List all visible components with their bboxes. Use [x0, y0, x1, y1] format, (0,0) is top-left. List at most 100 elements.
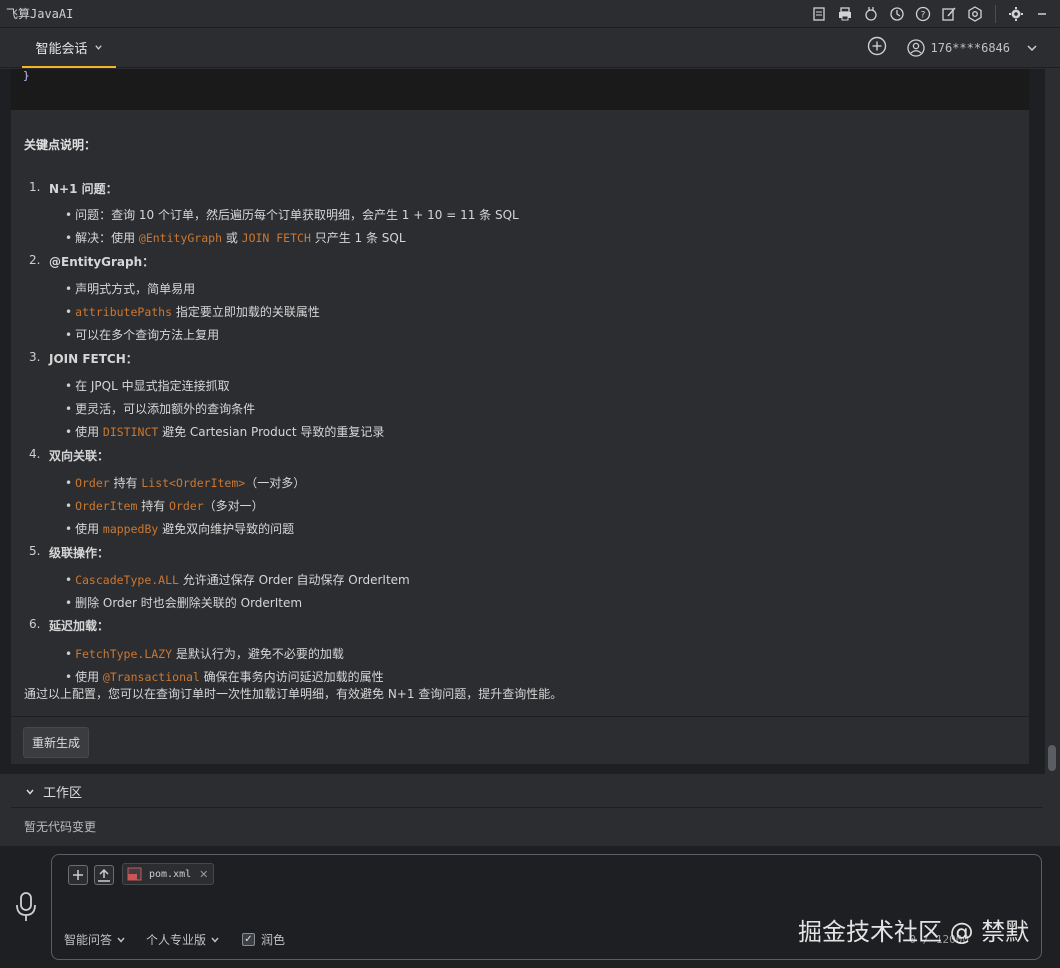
list-item: FetchType.LAZY 是默认行为，避免不必要的加载 [65, 645, 344, 662]
chat-scrollbar-track[interactable] [1045, 69, 1060, 774]
answer-conclusion: 通过以上配置，您可以在查询订单时一次性加载订单明细，有效避免 N+1 查询问题，… [24, 687, 563, 701]
settings-hex-icon[interactable] [965, 4, 985, 24]
inline-code: @EntityGraph [138, 231, 222, 245]
chevron-down-icon [1027, 44, 1037, 51]
svg-text:?: ? [921, 11, 926, 21]
list-item: 在 JPQL 中显式指定连接抓取 [65, 377, 230, 394]
workspace-panel: 工作区 暂无代码变更 [11, 776, 1043, 844]
ai-answer-message: 关键点说明： 1. N+1 问题： 问题：查询 10 个订单，然后遍历每个订单获取明… [11, 110, 1029, 716]
list-item: Order 持有 List<OrderItem>（一对多） [65, 474, 305, 491]
printer-icon[interactable] [835, 4, 855, 24]
list-item: 更灵活，可以添加额外的查询条件 [65, 400, 255, 417]
minimize-icon[interactable] [1032, 4, 1052, 24]
text-span: 是默认行为，避免不必要的加载 [172, 647, 344, 661]
text-span: 允许通过保存 Order 自动保存 OrderItem [178, 573, 410, 587]
chevron-down-icon [117, 937, 125, 943]
app-title: 飞算JavaAI [6, 7, 74, 21]
section-title: 双向关联： [49, 449, 110, 463]
watermark: 掘金技术社区 @ 禁默 [798, 918, 1030, 946]
section-title: 级联操作： [49, 546, 110, 560]
list-item: 使用 DISTINCT 避免 Cartesian Product 导致的重复记录 [65, 423, 384, 440]
help-icon[interactable]: ? [913, 4, 933, 24]
user-menu[interactable]: 176****6846 [906, 38, 1038, 57]
text-span: 使用 [75, 425, 103, 439]
header-actions: 176****6846 [867, 36, 1038, 59]
checkbox-checked-icon[interactable]: ✓ [242, 933, 255, 946]
inline-code: DISTINCT [102, 425, 159, 439]
polish-checkbox[interactable]: ✓ 润色 [242, 931, 285, 948]
chevron-down-icon [211, 937, 219, 943]
history-icon[interactable] [887, 4, 907, 24]
inline-code: mappedBy [102, 522, 159, 536]
text-span: （多对一） [203, 499, 264, 513]
text-span: 指定要立即加载的关联属性 [172, 305, 320, 319]
section-title: JOIN FETCH： [49, 352, 138, 366]
list-item: 使用 mappedBy 避免双向维护导致的问题 [65, 520, 294, 537]
section-title: 延迟加载： [49, 619, 110, 633]
gear-icon[interactable] [1006, 4, 1026, 24]
section-title: @EntityGraph： [49, 255, 155, 269]
text-span: 解决：使用 [75, 231, 139, 245]
section-number: 2. [29, 253, 41, 267]
microphone-icon[interactable] [13, 890, 39, 924]
toolbar-divider [995, 5, 996, 23]
list-item: 使用 @Transactional 确保在事务内访问延迟加载的属性 [65, 668, 384, 685]
polish-label: 润色 [261, 933, 286, 947]
text-span: 使用 [75, 670, 103, 684]
workspace-empty-text: 暂无代码变更 [24, 820, 97, 834]
upload-icon [98, 868, 110, 882]
section-title: N+1 问题： [49, 182, 118, 196]
mode-select[interactable]: 智能问答 [64, 931, 126, 948]
document-icon[interactable] [809, 4, 829, 24]
list-item: attributePaths 指定要立即加载的关联属性 [65, 303, 320, 320]
list-item: OrderItem 持有 Order（多对一） [65, 497, 264, 514]
upload-button[interactable] [94, 865, 114, 885]
list-item: 解决：使用 @EntityGraph 或 JOIN FETCH 只产生 1 条 … [65, 229, 406, 246]
regenerate-button[interactable]: 重新生成 [23, 727, 90, 758]
new-session-icon[interactable] [867, 36, 887, 59]
plugin-icon[interactable] [861, 4, 881, 24]
edit-icon[interactable] [939, 4, 959, 24]
session-header: 智能会话 176****6846 [0, 28, 1060, 68]
tab-smart-session[interactable]: 智能会话 [22, 28, 116, 68]
inline-code: Order [169, 499, 204, 513]
add-button[interactable] [68, 865, 88, 885]
inline-code: FetchType.LAZY [75, 647, 173, 661]
text-span: （一对多） [245, 476, 306, 490]
text-span: 声明式方式，简单易用 [75, 282, 196, 296]
tab-label: 智能会话 [35, 41, 88, 57]
remove-attachment-icon[interactable]: ✕ [199, 868, 208, 881]
edition-label: 个人专业版 [146, 933, 207, 947]
workspace-header[interactable]: 工作区 [11, 776, 1043, 808]
mode-label: 智能问答 [64, 933, 113, 947]
text-span: 在 JPQL 中显式指定连接抓取 [75, 379, 230, 393]
answer-title: 关键点说明： [24, 138, 97, 152]
xml-file-icon [127, 867, 142, 881]
text-span: 问题：查询 10 个订单，然后遍历每个订单获取明细，会产生 1 + 10 = 1… [75, 208, 519, 222]
section-number: 1. [29, 180, 41, 194]
section-number: 4. [29, 447, 41, 461]
text-span: 避免双向维护导致的问题 [158, 522, 295, 536]
section-number: 5. [29, 544, 41, 558]
chevron-down-icon [26, 789, 34, 795]
chat-scrollbar-thumb[interactable] [1048, 745, 1056, 771]
inline-code: List<OrderItem> [141, 476, 246, 490]
section-number: 3. [29, 350, 41, 364]
text-span: 使用 [75, 522, 103, 536]
code-block-tail: } [11, 69, 1029, 110]
text-span: 或 [222, 231, 242, 245]
user-phone: 176****6846 [930, 40, 1010, 55]
list-item: 声明式方式，简单易用 [65, 280, 195, 297]
chevron-down-icon [94, 44, 102, 50]
code-closing-brace: } [23, 69, 30, 82]
plus-icon [73, 870, 83, 880]
attachment-chip[interactable]: pom.xml ✕ [122, 863, 214, 885]
edition-select[interactable]: 个人专业版 [146, 931, 220, 948]
inline-code: Order [75, 476, 110, 490]
message-footer: 重新生成 [11, 716, 1029, 764]
list-item: CascadeType.ALL 允许通过保存 Order 自动保存 OrderI… [65, 571, 410, 588]
toolbar-icons: ? [809, 4, 1052, 24]
text-span: 删除 Order 时也会删除关联的 OrderItem [75, 596, 303, 610]
text-span: 只产生 1 条 SQL [310, 231, 406, 245]
inline-code: attributePaths [75, 305, 173, 319]
